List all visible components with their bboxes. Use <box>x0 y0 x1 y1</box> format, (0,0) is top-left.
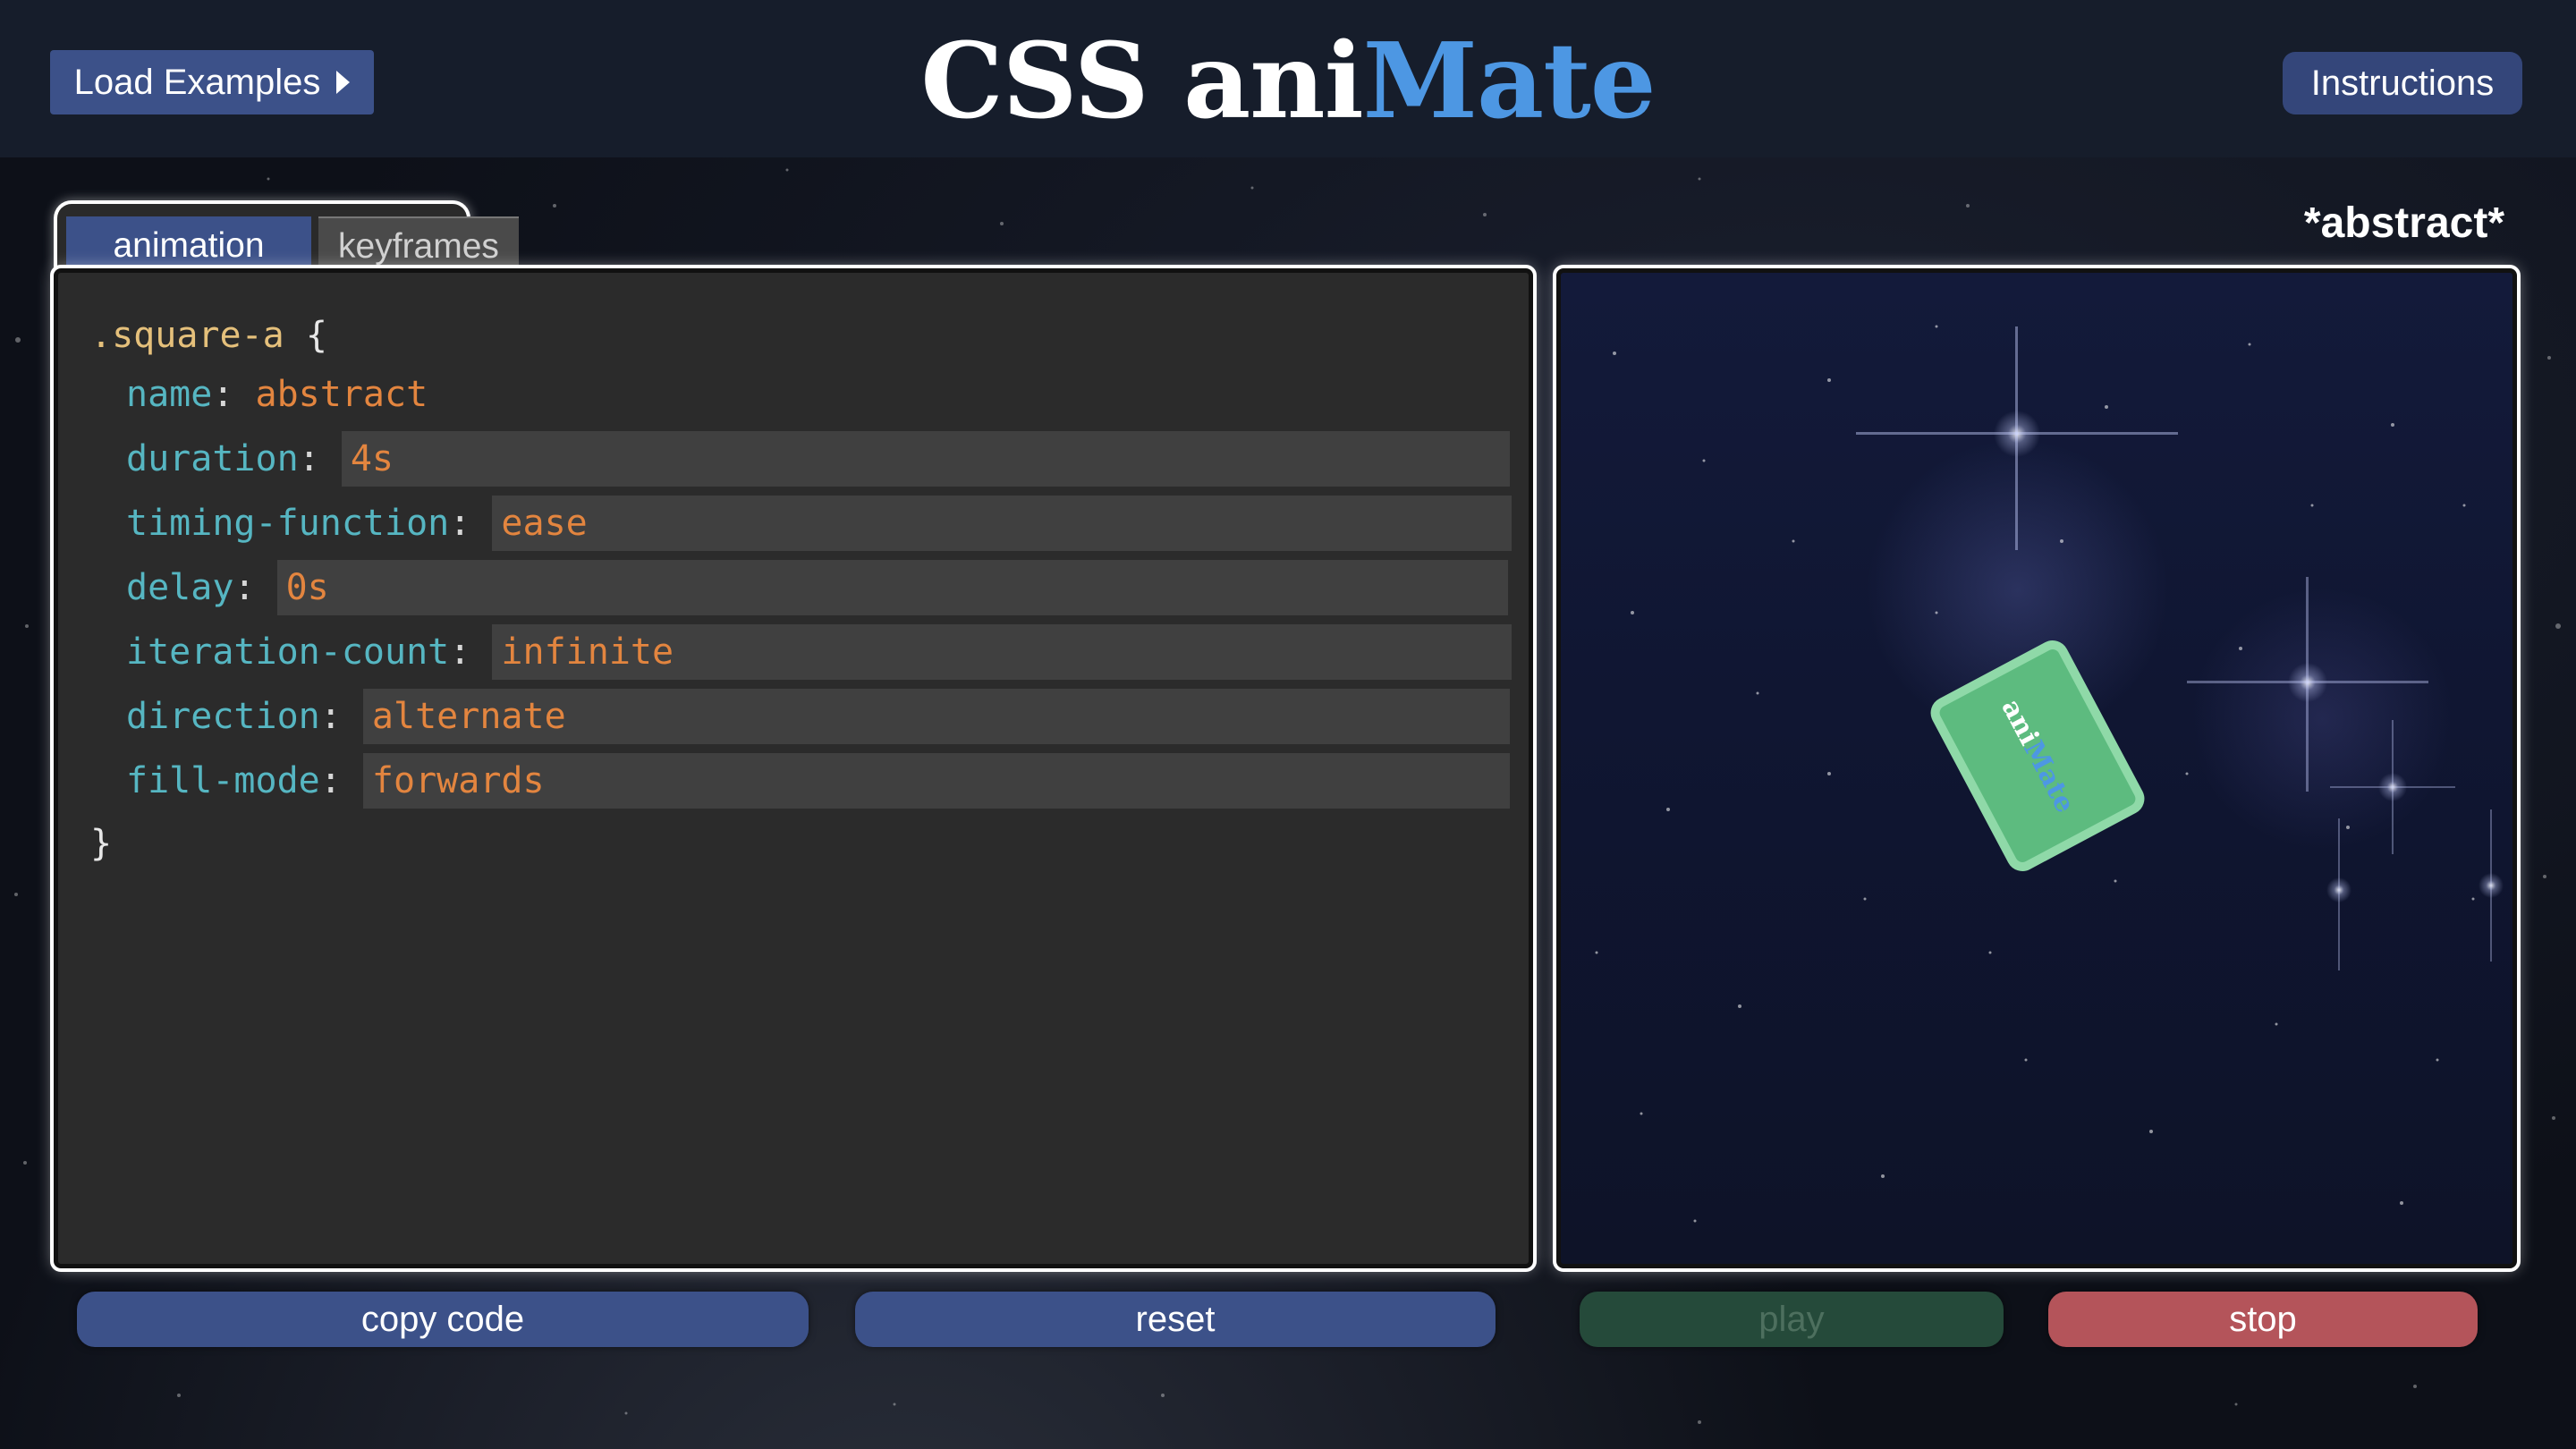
animation-name-label: *abstract* <box>2303 199 2504 247</box>
reset-button[interactable]: reset <box>855 1292 1496 1347</box>
code-line-timing-function: timing-function: ease <box>126 495 1513 552</box>
property-value-name: abstract <box>255 374 428 415</box>
property-timing-function: timing-function <box>126 503 450 544</box>
stop-button[interactable]: stop <box>2048 1292 2478 1347</box>
timing-function-input[interactable]: ease <box>492 496 1513 551</box>
copy-code-button[interactable]: copy code <box>77 1292 809 1347</box>
open-brace: { <box>305 315 327 356</box>
title-part-1: CSS ani <box>920 21 1363 142</box>
editor-tabs: animation keyframes <box>54 200 519 275</box>
title-part-2: Mate <box>1362 21 1657 142</box>
property-delay: delay <box>126 567 234 608</box>
code-line-close: } <box>90 815 112 872</box>
code-line-direction: direction: alternate <box>126 688 1510 745</box>
play-button[interactable]: play <box>1580 1292 2004 1347</box>
tab-keyframes[interactable]: keyframes <box>318 216 519 275</box>
property-duration: duration <box>126 438 299 479</box>
animation-preview: aniMate <box>1553 265 2521 1272</box>
duration-input[interactable]: 4s <box>341 431 1510 487</box>
selector-text: .square-a <box>90 315 284 356</box>
delay-input[interactable]: 0s <box>276 560 1508 615</box>
code-line-fill-mode: fill-mode: forwards <box>126 752 1510 809</box>
iteration-count-input[interactable]: infinite <box>492 624 1513 680</box>
code-line-duration: duration: 4s <box>126 430 1510 487</box>
code-line-name: name: abstract <box>126 366 428 423</box>
instructions-button[interactable]: Instructions <box>2283 52 2522 114</box>
property-direction: direction <box>126 696 320 737</box>
property-iteration-count: iteration-count <box>126 631 450 673</box>
close-brace: } <box>90 823 113 864</box>
code-line-selector: .square-a { <box>90 307 327 364</box>
property-name: name <box>126 374 213 415</box>
fill-mode-input[interactable]: forwards <box>362 753 1510 809</box>
code-editor: .square-a { name: abstract duration: 4s … <box>50 265 1537 1272</box>
square-label: aniMate <box>1995 693 2080 818</box>
code-line-delay: delay: 0s <box>126 559 1508 616</box>
code-line-iteration-count: iteration-count: infinite <box>126 623 1513 681</box>
tab-animation[interactable]: animation <box>66 216 311 275</box>
app-title: CSS aniMate <box>0 23 2576 140</box>
direction-input[interactable]: alternate <box>362 689 1510 744</box>
property-fill-mode: fill-mode <box>126 760 320 801</box>
